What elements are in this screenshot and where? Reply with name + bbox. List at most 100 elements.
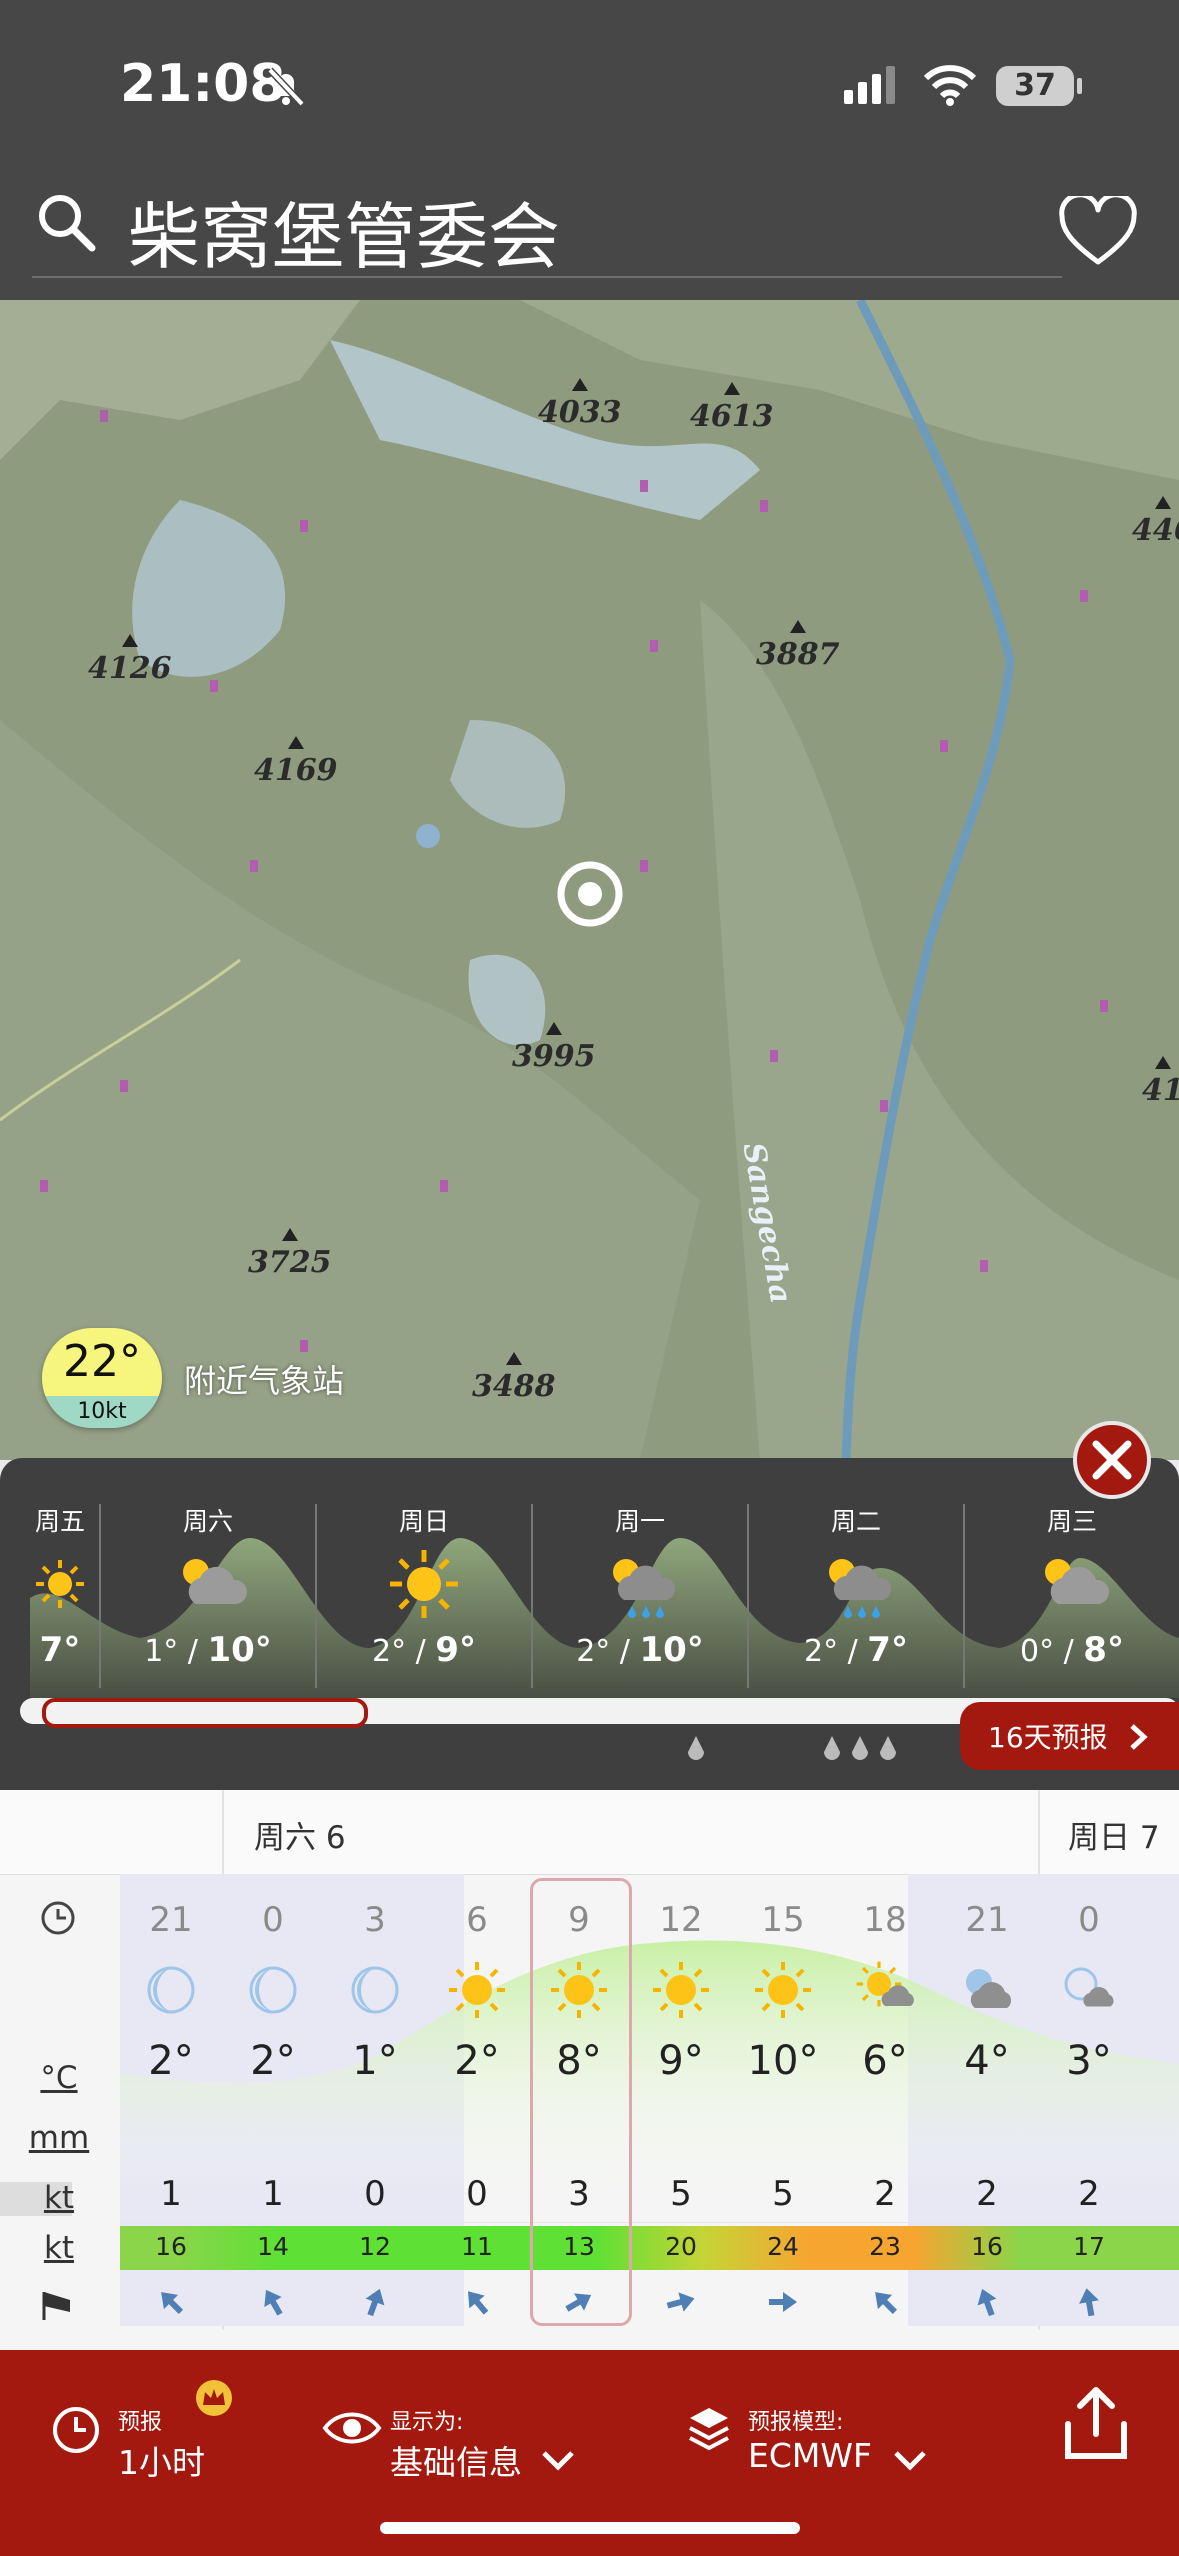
day-column-mon[interactable]: 周一 2° / 10° (532, 1458, 748, 1698)
wifi-icon (923, 65, 977, 106)
battery-icon: 37 (996, 66, 1074, 106)
forecast-interval-label: 预报 (118, 2410, 163, 2435)
clock-icon (53, 2407, 99, 2453)
forecast-model-value: ECMWF (748, 2436, 872, 2475)
battery-tip (1077, 78, 1082, 94)
partly-cloudy-icon (183, 1559, 248, 1604)
home-indicator (380, 2522, 800, 2534)
day-name: 周二 (830, 1507, 881, 1536)
wind-speed: 0 (364, 2174, 386, 2214)
day-column-sat[interactable]: 周六 1° / 10° (100, 1458, 316, 1698)
hour-column[interactable]: 0 2° 1 14 (222, 1790, 324, 2330)
hour-temperature: 1° (352, 2038, 398, 2084)
day-column-sun[interactable]: 周日 2° / 9° (316, 1458, 532, 1698)
wind-speed: 2 (874, 2174, 896, 2214)
hour-column[interactable]: 3 1° 0 12 (324, 1790, 426, 2330)
hour-temperature: 10° (747, 2038, 819, 2084)
hour-column[interactable]: 21 4° 2 16 (936, 1790, 1038, 2330)
hour-label: 0 (1078, 1900, 1100, 1940)
forecast-interval-value: 1小时 (118, 2443, 205, 2482)
hour-label: 21 (149, 1900, 193, 1940)
close-panel-button[interactable] (1072, 1420, 1152, 1500)
hour-column[interactable]: 18 6° 2 23 (834, 1790, 936, 2330)
day-temperature: 2° / 9° (372, 1630, 476, 1670)
eye-icon (322, 2412, 382, 2444)
hour-label: 0 (262, 1900, 284, 1940)
wind-speed: 1 (262, 2174, 284, 2214)
peak-label: 3725 (248, 1228, 332, 1280)
moon-icon (345, 1960, 405, 2020)
wind-direction-arrow-icon (365, 2288, 385, 2317)
forecast-16-day-label: 16天预报 (988, 1721, 1108, 1754)
timeline-selection-window[interactable] (42, 1698, 368, 1728)
day-temperature: 2° / 10° (576, 1630, 704, 1670)
bottom-toolbar: 预报 1小时 显示为: 基础信息 预报模型: ECMWF (0, 2350, 1179, 2556)
weather-station-badge[interactable]: 22° 10kt (42, 1328, 162, 1428)
display-mode-control[interactable]: 显示为: 基础信息 (318, 2386, 608, 2486)
rain-icon (613, 1559, 676, 1618)
day-name: 周一 (614, 1507, 665, 1536)
wind-speed: 5 (670, 2174, 692, 2214)
hour-column[interactable]: 21 2° 1 16 (120, 1790, 222, 2330)
hour-label: 15 (761, 1900, 805, 1940)
rain-drop-icon (688, 1736, 704, 1760)
hour-temperature: 6° (862, 2038, 908, 2084)
peak-label: 446 (1132, 496, 1179, 548)
hour-label: 3 (364, 1900, 386, 1940)
hourly-forecast-table[interactable]: 周六 6 周日 7 °C mm kt kt 21 2° 1 16 0 2° 1 14 3 1° 0 1… (0, 1790, 1179, 2350)
hour-label: 12 (659, 1900, 703, 1940)
status-time: 21:08 (120, 54, 286, 114)
wind-direction-arrow-icon (977, 2288, 997, 2317)
moon-icon (243, 1960, 303, 2020)
battery-level: 37 (1014, 68, 1056, 103)
wind-direction-arrow-icon (161, 2292, 184, 2315)
wind-speed: 1 (160, 2174, 182, 2214)
cellular-signal-icon (844, 66, 895, 104)
daily-forecast-panel[interactable]: 周五 7° 周六 1° / 10° 周日 2° / 9° 周一 2° / 10° (0, 1421, 1179, 1790)
day-column-tue[interactable]: 周二 2° / 7° (748, 1458, 964, 1698)
hour-label: 18 (863, 1900, 907, 1940)
wind-gust: 11 (461, 2232, 493, 2261)
wind-gust: 16 (155, 2232, 187, 2261)
terrain-map[interactable]: 4033 4613 446 4126 3887 4169 3995 41 372… (0, 300, 1179, 1460)
rain-drops-icon (824, 1736, 896, 1760)
wind-direction-arrow-icon (1079, 2288, 1099, 2317)
display-mode-value: 基础信息 (390, 2443, 522, 2482)
hour-label: 6 (466, 1900, 488, 1940)
moon-cloud-icon (1059, 1960, 1119, 2020)
forecast-model-control[interactable]: 预报模型: ECMWF (680, 2386, 970, 2486)
wind-speed: 2 (976, 2174, 998, 2214)
forecast-16-day-button[interactable]: 16天预报 (960, 1702, 1179, 1770)
favorite-heart-icon[interactable] (1058, 196, 1138, 268)
share-icon[interactable] (1060, 2384, 1132, 2464)
peak-label: 4613 (690, 382, 774, 434)
hour-column[interactable]: 0 3° 2 17 (1038, 1790, 1140, 2330)
hour-column[interactable]: 12 9° 5 20 (630, 1790, 732, 2330)
hour-label: 21 (965, 1900, 1009, 1940)
bell-muted-icon (267, 67, 305, 107)
hour-column[interactable]: 15 10° 5 24 (732, 1790, 834, 2330)
peak-label: 3488 (472, 1352, 556, 1404)
hour-column[interactable]: 6 2° 0 11 (426, 1790, 528, 2330)
forecast-interval-control[interactable]: 预报 1小时 (40, 2380, 300, 2486)
wind-gust: 20 (665, 2232, 697, 2261)
peak-label: 4126 (88, 634, 172, 686)
premium-crown-icon (196, 2380, 232, 2416)
search-icon[interactable] (34, 190, 98, 254)
day-temperature: 0° / 8° (1020, 1630, 1124, 1670)
day-name: 周三 (1046, 1507, 1097, 1536)
display-mode-label: 显示为: (390, 2410, 464, 2435)
location-title[interactable]: 柴窝堡管委会 (128, 178, 560, 283)
hour-temperature: 2° (250, 2038, 296, 2084)
top-bar: 21:08 37 柴窝堡管委会 (0, 0, 1179, 300)
hour-temperature: 2° (454, 2038, 500, 2084)
wind-direction-arrow-icon (264, 2289, 283, 2316)
peak-label: 41 (1142, 1056, 1179, 1108)
wind-gust: 17 (1073, 2232, 1105, 2261)
chevron-down-icon (542, 2451, 574, 2471)
selected-hour-highlight[interactable] (530, 1878, 632, 2326)
nearby-station-label[interactable]: 附近气象站 (184, 1356, 344, 1402)
location-marker-icon[interactable] (554, 858, 626, 930)
chevron-right-icon (1130, 1724, 1148, 1750)
peak-label: 4033 (538, 378, 622, 430)
